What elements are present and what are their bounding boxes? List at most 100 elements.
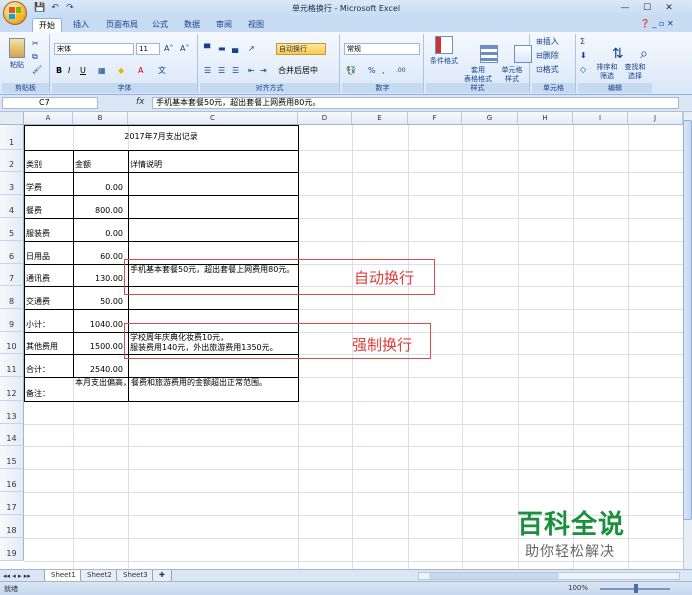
horizontal-scrollbar[interactable] [418, 572, 680, 580]
row-header[interactable]: 7 [0, 264, 24, 286]
decimal-icon[interactable]: .00 [396, 65, 406, 77]
cell-amount[interactable]: 800.00 [73, 195, 128, 218]
clear-icon[interactable]: ◇ [580, 64, 586, 76]
fill-icon[interactable]: ⬇ [580, 50, 587, 62]
column-header[interactable]: D [298, 112, 352, 125]
comma-button[interactable]: , [382, 65, 385, 77]
cell-type[interactable]: 学费 [24, 172, 73, 195]
align-top-icon[interactable]: ▀ [204, 43, 210, 55]
cell-amount[interactable]: 2540.00 [73, 354, 128, 377]
grow-font-button[interactable]: A˄ [164, 43, 173, 55]
row-header[interactable]: 14 [0, 424, 24, 446]
office-button[interactable] [3, 1, 27, 25]
column-header[interactable]: E [352, 112, 408, 125]
cell-type[interactable]: 交通费 [24, 286, 73, 309]
cell-amount[interactable]: 60.00 [73, 241, 128, 264]
tab-view[interactable]: 视图 [244, 18, 268, 32]
autosum-icon[interactable]: Σ [580, 36, 585, 48]
cell-type[interactable]: 服装费 [24, 218, 73, 241]
close-button[interactable]: ✕ [658, 0, 680, 16]
row-header[interactable]: 3 [0, 172, 24, 195]
copy-icon[interactable]: ⧉ [32, 51, 38, 63]
maximize-button[interactable]: ☐ [636, 0, 658, 16]
horizontal-scroll-thumb[interactable] [429, 573, 559, 579]
cell-note-label[interactable]: 备注： [24, 377, 73, 401]
insert-cells-button[interactable]: ⊞插入 [536, 36, 559, 48]
row-header[interactable]: 8 [0, 286, 24, 309]
vertical-scroll-thumb[interactable] [683, 120, 692, 520]
row-header[interactable]: 1 [0, 125, 24, 150]
merge-center-button[interactable]: 合并后居中 [278, 65, 318, 77]
function-icon[interactable]: fx [136, 97, 145, 107]
column-header[interactable]: G [462, 112, 518, 125]
row-header[interactable]: 9 [0, 309, 24, 332]
row-header[interactable]: 17 [0, 492, 24, 515]
cell-type[interactable]: 餐费 [24, 195, 73, 218]
column-header[interactable]: J [628, 112, 683, 125]
tab-formulas[interactable]: 公式 [148, 18, 172, 32]
minimize-button[interactable]: — [614, 0, 636, 16]
format-painter-icon[interactable]: 🖌 [32, 64, 42, 76]
column-header[interactable]: A [24, 112, 73, 125]
fill-color-icon[interactable]: ◆ [118, 65, 124, 77]
help-icon[interactable]: ❓ _ ▫ ✕ [640, 19, 674, 28]
header-detail[interactable]: 详情说明 [128, 150, 298, 172]
cell-type[interactable]: 合计： [24, 354, 73, 377]
column-header[interactable]: H [518, 112, 573, 125]
row-header[interactable]: 19 [0, 538, 24, 561]
sort-filter-button[interactable]: ⇅ 排序和 筛选 [594, 36, 624, 90]
font-color-icon[interactable]: A [138, 65, 143, 77]
header-amount[interactable]: 金额 [73, 150, 128, 172]
paste-button[interactable]: 粘贴 [6, 38, 28, 70]
cell-type[interactable]: 通讯费 [24, 264, 73, 286]
tab-page-layout[interactable]: 页面布局 [102, 18, 142, 32]
align-center-icon[interactable]: ☰ [218, 65, 225, 77]
align-middle-icon[interactable]: ▬ [218, 43, 226, 55]
cut-icon[interactable]: ✂ [32, 38, 39, 50]
select-all-corner[interactable] [0, 112, 24, 125]
cell-note-text[interactable]: 本月支出偏高，餐费和旅游费用的金额超出正常范围。 [73, 377, 298, 401]
column-header[interactable]: B [73, 112, 128, 125]
cell-amount[interactable]: 0.00 [73, 172, 128, 195]
tab-home[interactable]: 开始 [32, 18, 62, 32]
zoom-level[interactable]: 100% [568, 584, 588, 592]
number-format-select[interactable]: 常规 [344, 43, 420, 55]
delete-cells-button[interactable]: ⊟删除 [536, 50, 559, 62]
header-type[interactable]: 类别 [24, 150, 73, 172]
column-header[interactable]: C [128, 112, 298, 125]
row-header[interactable]: 18 [0, 515, 24, 538]
row-header[interactable]: 15 [0, 446, 24, 469]
tab-data[interactable]: 数据 [180, 18, 204, 32]
percent-button[interactable]: % [368, 65, 376, 77]
underline-button[interactable]: U [80, 65, 86, 77]
column-header[interactable]: F [408, 112, 462, 125]
row-header[interactable]: 13 [0, 401, 24, 424]
row-header[interactable]: 16 [0, 469, 24, 492]
zoom-slider-thumb[interactable] [634, 584, 638, 593]
cell-amount[interactable]: 0.00 [73, 218, 128, 241]
indent-icon[interactable]: ⇤ [248, 65, 255, 77]
cell-amount[interactable]: 50.00 [73, 286, 128, 309]
bold-button[interactable]: B [56, 65, 62, 77]
row-header[interactable]: 2 [0, 150, 24, 172]
column-header[interactable]: I [573, 112, 628, 125]
name-box[interactable]: C7 [2, 97, 98, 109]
shrink-font-button[interactable]: A˅ [180, 43, 189, 55]
row-header[interactable]: 5 [0, 218, 24, 241]
format-cells-button[interactable]: ⊡格式 [536, 64, 559, 76]
cell-type[interactable]: 小计： [24, 309, 73, 332]
cell-type[interactable]: 其他费用 [24, 332, 73, 354]
tab-review[interactable]: 审阅 [212, 18, 236, 32]
orientation-icon[interactable]: ↗ [248, 43, 255, 55]
wrap-text-button[interactable]: 自动换行 [276, 43, 326, 55]
formula-input[interactable]: 手机基本套餐50元，超出套餐上网费用80元。 [152, 97, 679, 109]
align-right-icon[interactable]: ☰ [232, 65, 239, 77]
cell-amount[interactable]: 130.00 [73, 264, 128, 286]
align-bottom-icon[interactable]: ▄ [232, 43, 238, 55]
row-header[interactable]: 11 [0, 354, 24, 377]
border-icon[interactable]: ▦ [98, 65, 106, 77]
row-header[interactable]: 4 [0, 195, 24, 218]
cell-type[interactable]: 日用品 [24, 241, 73, 264]
cell-amount[interactable]: 1500.00 [73, 332, 128, 354]
currency-icon[interactable]: 💱 [346, 65, 356, 77]
